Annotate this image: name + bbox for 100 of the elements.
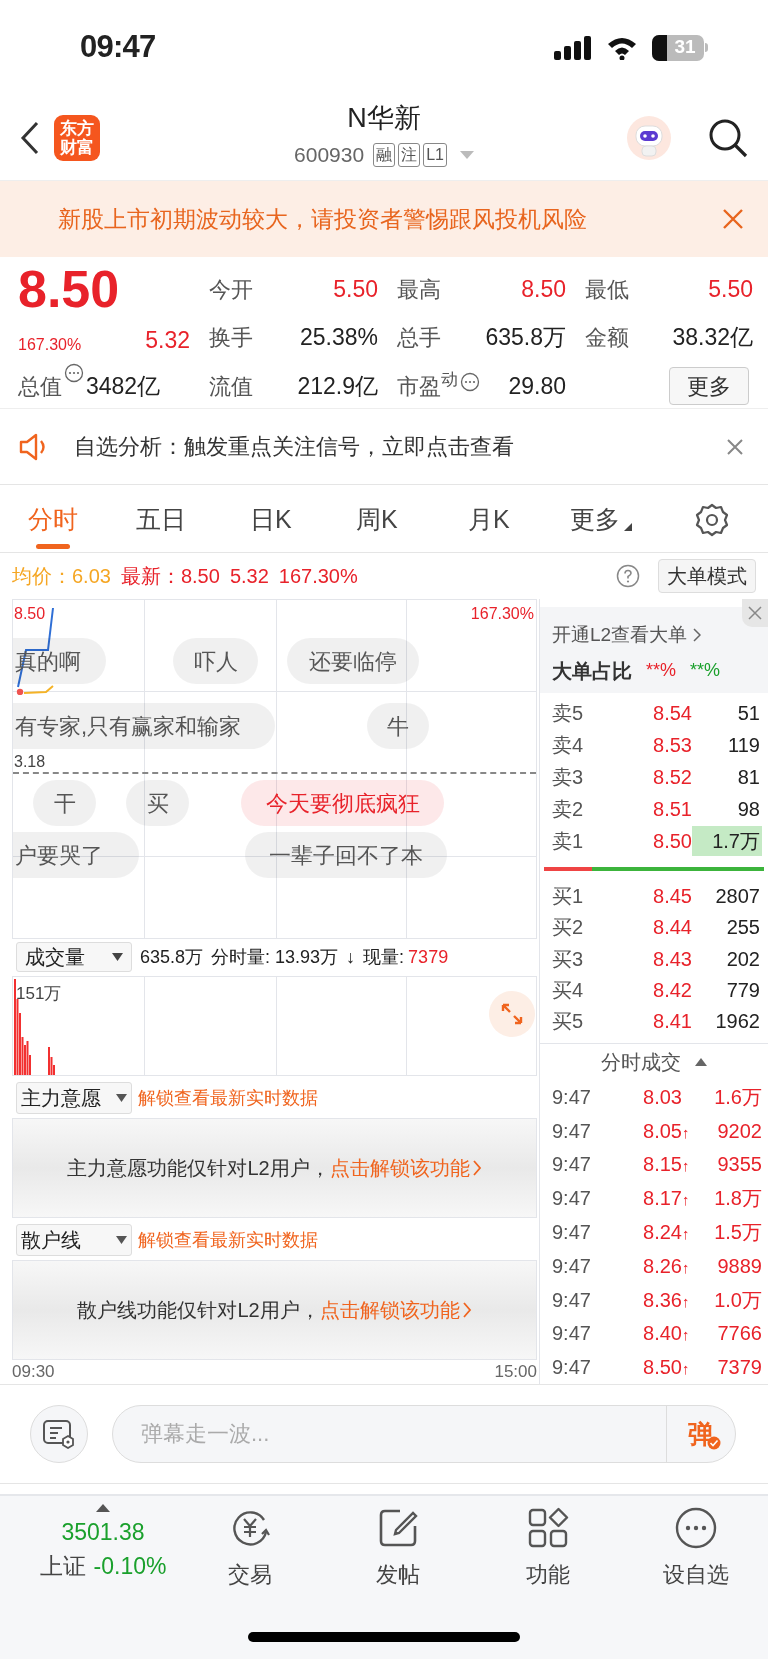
indicator-selector[interactable]: 主力意愿 [16, 1082, 132, 1115]
order-volume: 51 [736, 701, 761, 726]
order-volume: 2807 [714, 884, 761, 910]
danmaku-comment: 干 [33, 780, 96, 826]
trade-time: 9:47 [552, 1152, 592, 1178]
trade-volume: 9889 [717, 1253, 762, 1279]
trade-price: 8.03 [642, 1084, 682, 1110]
app-logo: 东方财富 [54, 114, 100, 161]
chart-tab[interactable]: 月K [468, 495, 510, 545]
trade-price: 8.50 [642, 1355, 682, 1381]
trade-volume: 1.5万 [714, 1220, 762, 1245]
large-order-mode-button[interactable]: 大单模式 [658, 559, 756, 593]
order-price: 8.50 [652, 829, 692, 854]
danmaku-comment: 今天要彻底疯狂 [241, 780, 444, 826]
chart-tab[interactable]: 日K [250, 495, 292, 545]
danmaku-comment: 一辈子回不了本 [245, 832, 447, 878]
l2-link[interactable]: 开通L2查看大单 [552, 621, 688, 650]
trade-volume: 1.6万 [714, 1084, 762, 1110]
total-volume: 635.8万 [140, 945, 204, 969]
stat-label: 最高 [397, 275, 441, 304]
up-arrow: ↑ [682, 1360, 690, 1378]
indicator-selector[interactable]: 散户线 [16, 1224, 132, 1257]
order-volume: 779 [725, 977, 761, 1003]
stat-value: 3482亿 [86, 371, 161, 401]
latest-percent: 167.30% [278, 564, 358, 589]
caret-icon [624, 523, 632, 531]
order-level-label: 买2 [552, 915, 585, 941]
trade-volume: 1.0万 [714, 1287, 762, 1313]
danmaku-comment: 吓人 [173, 638, 258, 684]
signal-icon [554, 35, 592, 60]
price-high-label: 8.50 [14, 604, 46, 624]
close-button[interactable] [742, 599, 768, 627]
more-tab[interactable]: 更多 [570, 495, 632, 545]
danmaku-comment: 户要哭了 [13, 832, 139, 878]
danmaku-comment: 还要临停 [287, 638, 419, 684]
trade-time: 9:47 [552, 1220, 592, 1245]
collapse-icon[interactable] [695, 1057, 707, 1066]
trade-price: 8.26 [642, 1253, 682, 1279]
locked-message: 主力意愿功能仅针对L2用户， [67, 1156, 330, 1182]
average-price: 均价：6.03 [12, 564, 111, 589]
trade-price: 8.15 [642, 1152, 682, 1178]
reference-price-label: 3.18 [14, 752, 46, 772]
up-arrow: ↑ [682, 1225, 690, 1242]
trade-price: 8.24 [642, 1220, 682, 1245]
price-change: 5.32 [145, 325, 190, 355]
trade-volume: 1.8万 [714, 1186, 762, 1212]
order-level-label: 卖4 [552, 733, 585, 758]
expand-icon [500, 1001, 524, 1026]
current-volume: 7379 [408, 945, 449, 969]
more-button[interactable]: 更多 [669, 367, 749, 405]
order-price: 8.45 [652, 884, 692, 910]
more-icon [674, 1506, 718, 1550]
order-level-label: 买4 [552, 977, 585, 1003]
battery-indicator: 31 [652, 34, 708, 61]
search-icon[interactable] [708, 117, 748, 158]
danmaku-comment: 牛 [367, 703, 429, 749]
expand-button[interactable] [489, 990, 535, 1037]
chevron-icon[interactable] [471, 1159, 482, 1178]
stat-label: 金额 [585, 323, 629, 352]
nav-item[interactable]: 功能 [488, 1506, 608, 1591]
up-arrow: ↑ [682, 1191, 690, 1209]
robot-avatar-icon[interactable] [626, 114, 672, 161]
nav-item[interactable]: 发帖 [338, 1506, 458, 1591]
close-icon[interactable] [722, 208, 744, 230]
trade-time: 9:47 [552, 1287, 592, 1313]
back-icon[interactable] [20, 120, 40, 155]
stock-name: N华新 [347, 102, 421, 135]
trade-time: 9:47 [552, 1186, 592, 1212]
chart-tab[interactable]: 五日 [136, 495, 186, 545]
trade-price: 8.40 [642, 1321, 682, 1347]
volume-selector[interactable]: 成交量 [16, 942, 132, 972]
order-price: 8.43 [652, 946, 692, 972]
index-ticker[interactable]: 3501.38 上证 -0.10% [28, 1504, 178, 1580]
nav-item[interactable]: 设自选 [636, 1506, 756, 1591]
clock-time: 09:47 [80, 28, 156, 67]
help-icon[interactable] [616, 564, 640, 588]
l2-promo-card[interactable]: 开通L2查看大单 大单占比 **% **% [540, 607, 768, 693]
caret-icon [116, 1236, 127, 1245]
stat-label: 流值 [209, 372, 253, 401]
chevron-icon[interactable] [693, 628, 702, 643]
stat-label: 市盈$^{动}$ [397, 369, 458, 401]
info-icon[interactable] [64, 363, 84, 383]
chart-tab[interactable]: 周K [356, 495, 398, 545]
caret-icon [116, 1094, 127, 1103]
volume-max-label: 151万 [16, 982, 62, 1005]
settings-icon[interactable] [695, 503, 729, 537]
order-level-label: 卖1 [552, 829, 585, 854]
close-icon[interactable] [726, 437, 744, 456]
notice-text[interactable]: 自选分析：触发重点关注信号，立即点击查看 [74, 430, 514, 463]
stat-value: 5.50 [333, 274, 378, 304]
percent-high-label: 167.30% [470, 604, 534, 624]
trade-time: 9:47 [552, 1253, 592, 1279]
nav-item[interactable]: 交易 [190, 1506, 310, 1591]
chevron-icon[interactable] [461, 1301, 472, 1320]
order-volume: 1962 [714, 1009, 761, 1035]
up-arrow: ↑ [682, 1326, 690, 1344]
danmaku-settings-icon [42, 1419, 76, 1449]
info-icon[interactable] [460, 371, 480, 392]
stock-code: 600930 [294, 142, 365, 168]
stat-value: 212.9亿 [297, 371, 378, 401]
